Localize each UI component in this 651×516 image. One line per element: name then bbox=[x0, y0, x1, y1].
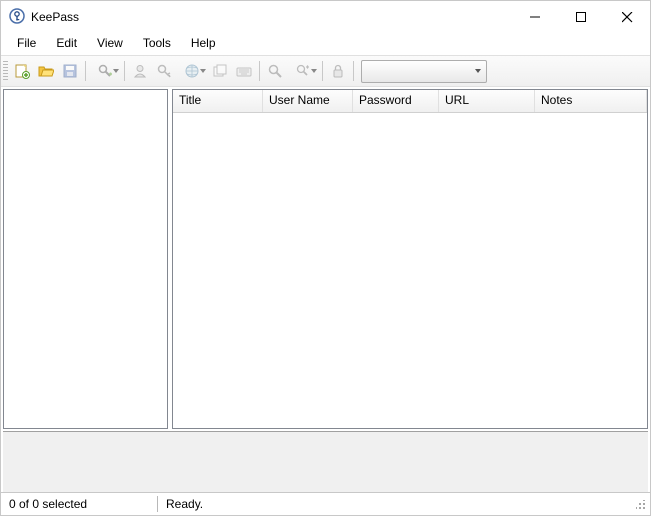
status-ready: Ready. bbox=[158, 493, 211, 515]
window-controls bbox=[512, 1, 650, 33]
toolbar bbox=[1, 55, 650, 87]
app-title: KeePass bbox=[31, 10, 79, 24]
menu-file[interactable]: File bbox=[7, 34, 46, 52]
app-icon bbox=[9, 8, 25, 27]
status-selection: 0 of 0 selected bbox=[1, 493, 157, 515]
menubar: File Edit View Tools Help bbox=[1, 33, 650, 55]
column-title[interactable]: Title bbox=[173, 90, 263, 112]
copy-password-button[interactable] bbox=[152, 59, 176, 83]
find-button[interactable] bbox=[263, 59, 287, 83]
copy-username-button[interactable] bbox=[128, 59, 152, 83]
entry-list-header: Title User Name Password URL Notes bbox=[173, 90, 647, 113]
entry-list-panel: Title User Name Password URL Notes bbox=[172, 89, 648, 429]
show-entries-button[interactable] bbox=[287, 59, 319, 83]
status-bar: 0 of 0 selected Ready. bbox=[1, 492, 650, 515]
entry-details-panel[interactable] bbox=[3, 431, 648, 492]
column-notes[interactable]: Notes bbox=[535, 90, 647, 112]
main-area: Title User Name Password URL Notes bbox=[1, 87, 650, 431]
group-tree-panel[interactable] bbox=[3, 89, 168, 429]
keepass-window: KeePass File Edit View Tools Help bbox=[0, 0, 651, 516]
new-database-button[interactable] bbox=[10, 59, 34, 83]
open-database-button[interactable] bbox=[34, 59, 58, 83]
toolbar-separator bbox=[124, 61, 125, 81]
toolbar-separator bbox=[259, 61, 260, 81]
menu-edit[interactable]: Edit bbox=[46, 34, 87, 52]
copy-url-button[interactable] bbox=[208, 59, 232, 83]
minimize-button[interactable] bbox=[512, 1, 558, 33]
save-database-button[interactable] bbox=[58, 59, 82, 83]
add-entry-button[interactable] bbox=[89, 59, 121, 83]
toolbar-grip[interactable] bbox=[3, 61, 8, 81]
title-left: KeePass bbox=[9, 8, 79, 27]
resize-grip[interactable] bbox=[632, 496, 648, 512]
menu-tools[interactable]: Tools bbox=[133, 34, 181, 52]
open-url-button[interactable] bbox=[176, 59, 208, 83]
menu-view[interactable]: View bbox=[87, 34, 133, 52]
toolbar-separator bbox=[85, 61, 86, 81]
entry-list-body[interactable] bbox=[173, 113, 647, 428]
column-password[interactable]: Password bbox=[353, 90, 439, 112]
lock-workspace-button[interactable] bbox=[326, 59, 350, 83]
menu-help[interactable]: Help bbox=[181, 34, 226, 52]
maximize-button[interactable] bbox=[558, 1, 604, 33]
quickfind-dropdown[interactable] bbox=[361, 60, 487, 83]
column-url[interactable]: URL bbox=[439, 90, 535, 112]
toolbar-separator bbox=[353, 61, 354, 81]
toolbar-separator bbox=[322, 61, 323, 81]
titlebar: KeePass bbox=[1, 1, 650, 33]
column-user-name[interactable]: User Name bbox=[263, 90, 353, 112]
close-button[interactable] bbox=[604, 1, 650, 33]
autotype-button[interactable] bbox=[232, 59, 256, 83]
